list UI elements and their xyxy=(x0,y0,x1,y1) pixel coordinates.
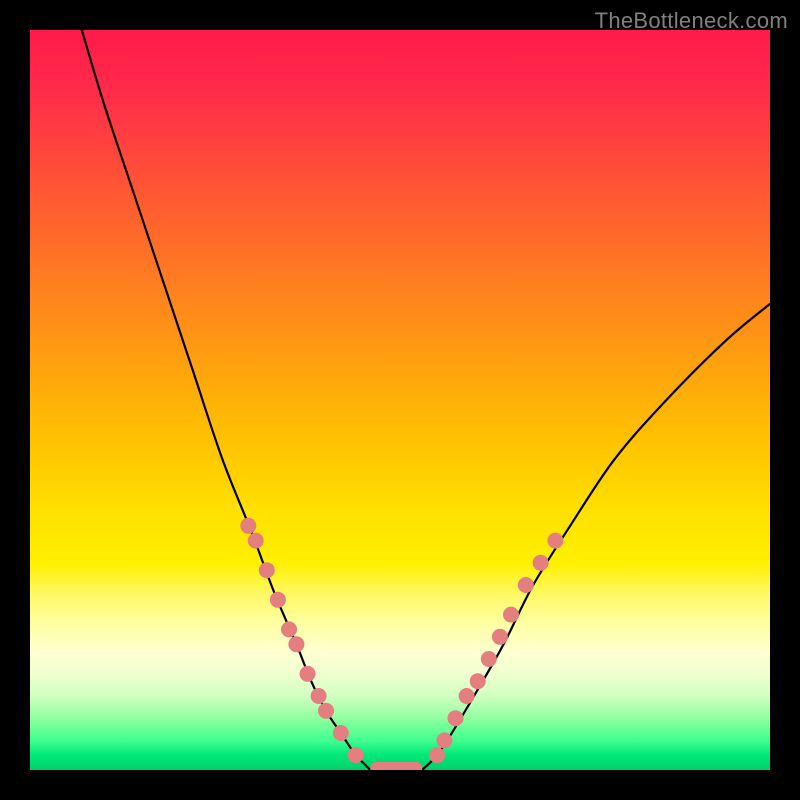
marker-left-7 xyxy=(311,688,327,704)
marker-right-6 xyxy=(492,629,508,645)
marker-left-0 xyxy=(240,518,256,534)
curve-right-curve xyxy=(422,304,770,770)
marker-right-7 xyxy=(503,607,519,623)
marker-left-9 xyxy=(333,725,349,741)
marker-left-2 xyxy=(259,562,275,578)
marker-left-5 xyxy=(288,636,304,652)
marker-left-3 xyxy=(270,592,286,608)
marker-right-1 xyxy=(436,732,452,748)
marker-right-9 xyxy=(533,555,549,571)
marker-right-2 xyxy=(448,710,464,726)
marker-left-6 xyxy=(300,666,316,682)
marker-right-10 xyxy=(547,533,563,549)
marker-left-4 xyxy=(281,621,297,637)
marker-right-5 xyxy=(481,651,497,667)
chart-svg xyxy=(30,30,770,770)
chart-plot-area xyxy=(30,30,770,770)
watermark-text: TheBottleneck.com xyxy=(595,8,788,34)
flat-region-band xyxy=(370,762,422,770)
marker-right-8 xyxy=(518,577,534,593)
marker-right-3 xyxy=(459,688,475,704)
marker-left-10 xyxy=(348,747,364,763)
marker-right-0 xyxy=(429,747,445,763)
curve-left-curve xyxy=(82,30,371,770)
marker-left-1 xyxy=(248,533,264,549)
marker-left-8 xyxy=(318,703,334,719)
marker-right-4 xyxy=(470,673,486,689)
